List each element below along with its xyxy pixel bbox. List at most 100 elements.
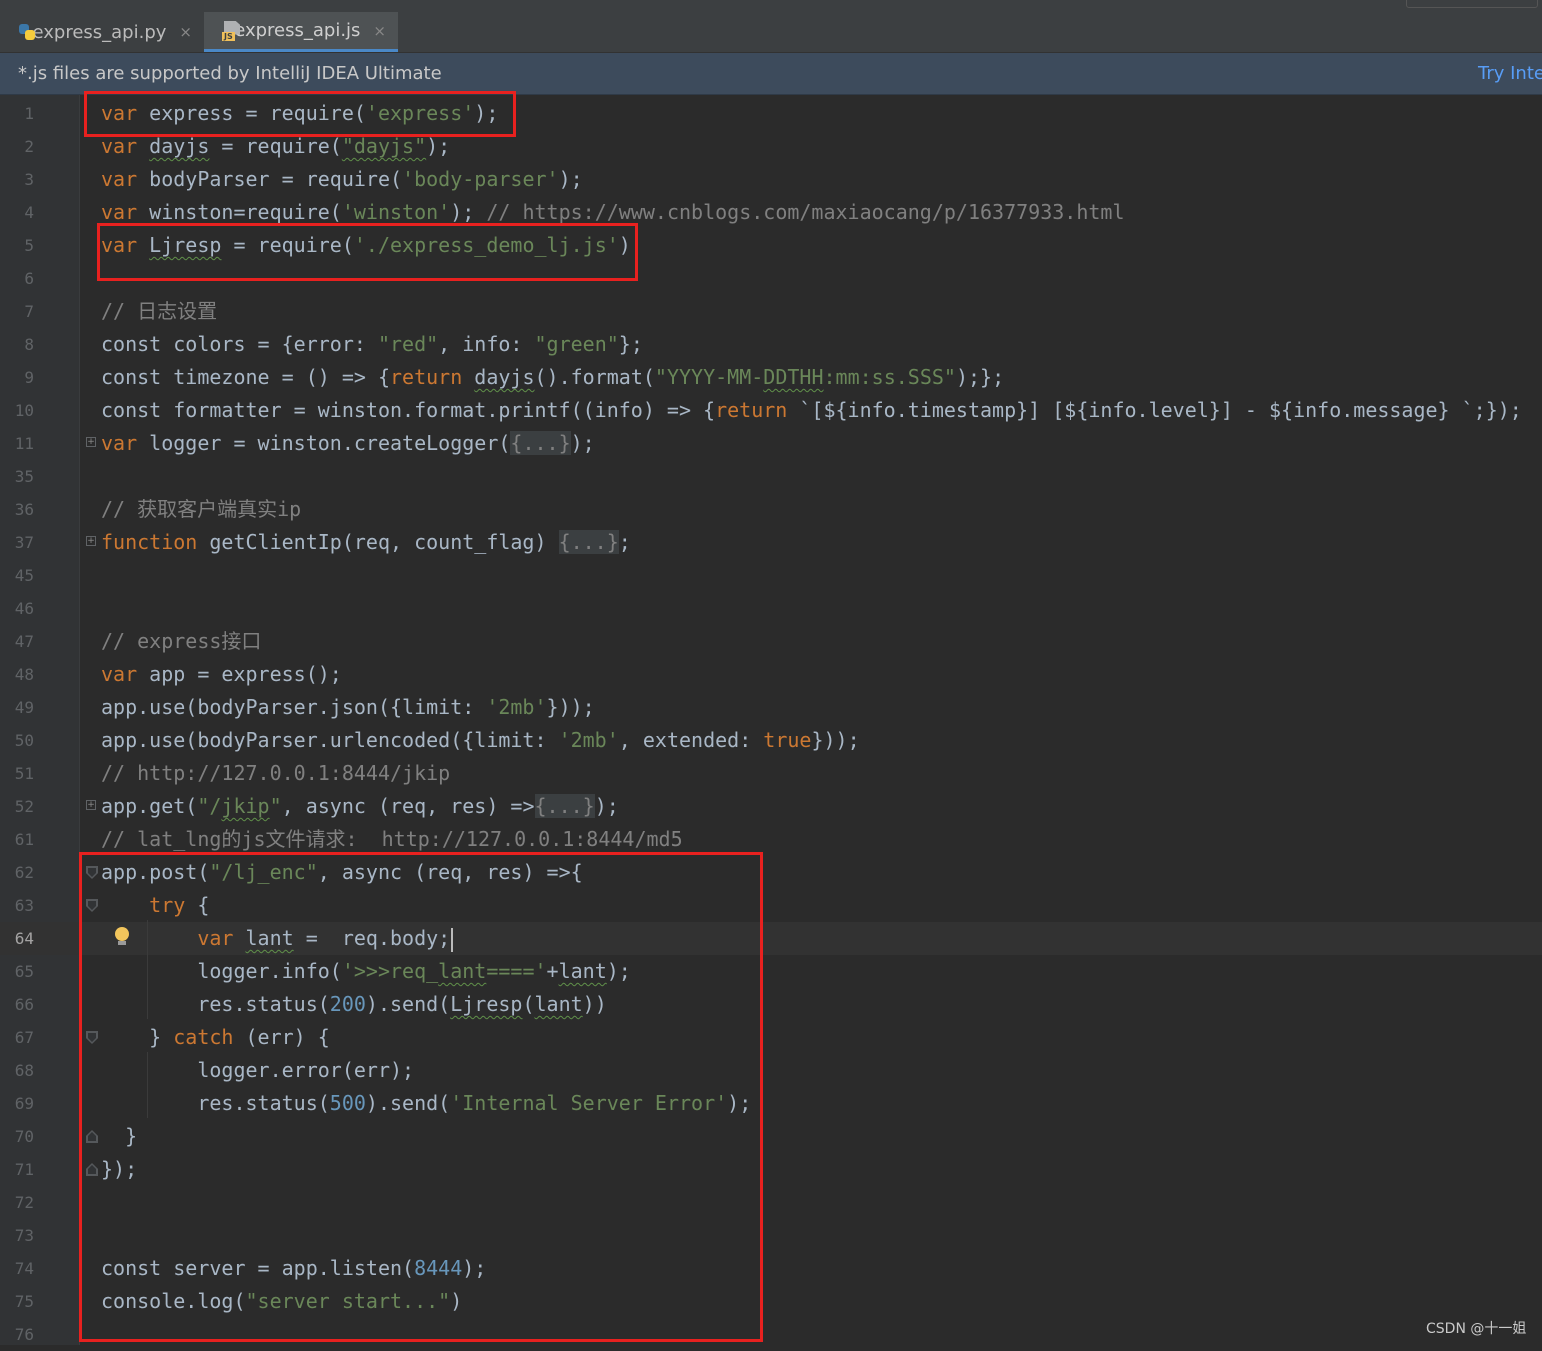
code-token: bodyParser = require( (137, 167, 403, 191)
code-line[interactable]: 48 var app = express(); (0, 658, 1542, 691)
code-token: app = express(); (137, 662, 342, 686)
code-text[interactable]: const formatter = winston.format.printf(… (101, 394, 1522, 427)
code-token: "/ (197, 794, 222, 818)
code-token: return (715, 398, 788, 422)
code-token: ; (618, 530, 631, 554)
code-token: true (763, 728, 812, 752)
close-icon[interactable]: × (179, 23, 192, 41)
code-text[interactable]: const colors = {error: "red", info: "gre… (101, 328, 643, 361)
code-text[interactable]: var logger = winston.createLogger({...})… (101, 427, 595, 460)
close-icon[interactable]: × (373, 22, 386, 40)
expand-fold-icon[interactable]: + (86, 800, 96, 810)
code-token: '2mb' (558, 728, 619, 752)
code-line[interactable]: 10 const formatter = winston.format.print… (0, 394, 1542, 427)
expand-fold-icon[interactable]: + (86, 536, 96, 546)
code-text[interactable]: var bodyParser = require('body-parser'); (101, 163, 583, 196)
line-number: 62 (14, 863, 34, 882)
line-number: 64 (14, 929, 34, 948)
code-line[interactable]: 7 // 日志设置 (0, 295, 1542, 328)
code-text[interactable]: app.get("/jkip", async (req, res) =>{...… (101, 790, 619, 823)
code-token: , extended: (618, 728, 764, 752)
code-line[interactable]: 47 // express接口 (0, 625, 1542, 658)
code-line[interactable]: 8 const colors = {error: "red", info: "gr… (0, 328, 1542, 361)
code-token: dayjs (149, 134, 210, 158)
line-number: 69 (14, 1094, 34, 1113)
csdn-watermark: CSDN @十一姐 (1426, 1321, 1527, 1337)
highlight-box-express-require (84, 91, 516, 137)
code-line[interactable]: 46 (0, 592, 1542, 625)
line-number: 63 (14, 896, 34, 915)
highlight-box-lj-enc-handler (79, 852, 763, 1342)
code-token: ); (558, 167, 583, 191)
notification-banner: *.js files are supported by IntelliJ IDE… (0, 53, 1542, 95)
code-line[interactable]: 49 app.use(bodyParser.json({limit: '2mb'}… (0, 691, 1542, 724)
code-token: ); (426, 134, 451, 158)
line-number: 65 (14, 962, 34, 981)
code-token: app.get( (101, 794, 198, 818)
try-ultimate-link[interactable]: Try Inte (1478, 53, 1542, 94)
line-number: 51 (14, 764, 34, 783)
tab-express-api-py[interactable]: express_api.py × (0, 12, 204, 52)
code-text[interactable]: var app = express(); (101, 658, 342, 691)
code-text[interactable]: // http://127.0.0.1:8444/jkip (101, 757, 450, 790)
code-token: const colors = {error: (101, 332, 378, 356)
tab-express-api-js[interactable]: JS express_api.js × (204, 12, 398, 52)
line-number: 45 (14, 566, 34, 585)
banner-message: *.js files are supported by IntelliJ IDE… (18, 63, 442, 84)
line-number: 74 (14, 1259, 34, 1278)
expand-fold-icon[interactable]: + (86, 437, 96, 447)
code-text[interactable]: app.use(bodyParser.json({limit: '2mb'}))… (101, 691, 595, 724)
code-line[interactable]: 51 // http://127.0.0.1:8444/jkip (0, 757, 1542, 790)
line-number: 66 (14, 995, 34, 1014)
code-token: {...} (510, 431, 571, 455)
code-line[interactable]: 35 (0, 460, 1542, 493)
javascript-file-icon: JS (222, 20, 240, 41)
code-token: , info: (438, 332, 535, 356)
code-token: // lat_lng的js文件请求: http://127.0.0.1:8444… (101, 827, 683, 851)
line-number: 2 (24, 137, 34, 156)
line-number: 67 (14, 1028, 34, 1047)
line-number: 47 (14, 632, 34, 651)
code-line[interactable]: 50 app.use(bodyParser.urlencoded({limit: … (0, 724, 1542, 757)
code-token: const formatter = winston.format.printf(… (101, 398, 716, 422)
code-line[interactable]: 36 // 获取客户端真实ip (0, 493, 1542, 526)
line-number: 35 (14, 467, 34, 486)
code-token: }; (618, 332, 643, 356)
code-text[interactable]: function getClientIp(req, count_flag) {.… (101, 526, 631, 559)
code-token: DDTHH (763, 365, 824, 389)
code-line[interactable]: 52 + app.get("/jkip", async (req, res) =>{… (0, 790, 1542, 823)
code-line[interactable]: 9 const timezone = () => {return dayjs().… (0, 361, 1542, 394)
line-number: 9 (24, 368, 34, 387)
code-line[interactable]: 3 var bodyParser = require('body-parser')… (0, 163, 1542, 196)
code-line[interactable]: 11 + var logger = winston.createLogger({..… (0, 427, 1542, 460)
code-line[interactable]: 37 + function getClientIp(req, count_flag)… (0, 526, 1542, 559)
code-text[interactable]: // 获取客户端真实ip (101, 493, 301, 526)
code-token: app.use(bodyParser.json({limit: (101, 695, 487, 719)
line-number: 52 (14, 797, 34, 816)
line-number: 8 (24, 335, 34, 354)
code-text[interactable]: const timezone = () => {return dayjs().f… (101, 361, 1004, 394)
line-number: 68 (14, 1061, 34, 1080)
code-token: // http://127.0.0.1:8444/jkip (101, 761, 451, 785)
code-token: var (101, 167, 138, 191)
code-token: {...} (558, 530, 619, 554)
line-number: 46 (14, 599, 34, 618)
code-token: var (101, 431, 138, 455)
line-number: 50 (14, 731, 34, 750)
code-text[interactable]: // 日志设置 (101, 295, 217, 328)
code-token: app.use(bodyParser.urlencoded({limit: (101, 728, 559, 752)
code-token: `[${info.timestamp}] [${info.level}] - $… (787, 398, 1522, 422)
python-file-icon (18, 23, 37, 41)
line-number: 7 (24, 302, 34, 321)
code-line[interactable]: 45 (0, 559, 1542, 592)
toolbar-control[interactable] (1406, 0, 1538, 8)
code-token: '2mb' (486, 695, 547, 719)
code-token: "red" (377, 332, 439, 356)
line-number: 75 (14, 1292, 34, 1311)
code-token: getClientIp(req, count_flag) (197, 530, 559, 554)
line-number: 48 (14, 665, 34, 684)
code-token: , async (req, res) => (281, 794, 535, 818)
code-text[interactable]: app.use(bodyParser.urlencoded({limit: '2… (101, 724, 860, 757)
code-text[interactable]: // express接口 (101, 625, 261, 658)
